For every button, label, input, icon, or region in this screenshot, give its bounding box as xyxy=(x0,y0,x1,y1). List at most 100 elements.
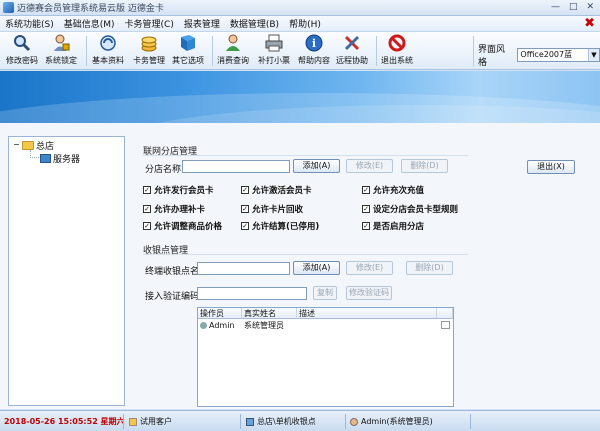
system-lock-button[interactable]: 系统锁定 xyxy=(45,33,77,69)
title-bar: 迈德赛会员管理系统易云版 迈德金卡 — □ ✕ xyxy=(0,0,600,16)
option-recharge[interactable]: ✓ 允许充次充值 xyxy=(362,184,424,196)
option-enable-branch[interactable]: ✓ 是否启用分店 xyxy=(362,220,424,232)
table-cell: Admin xyxy=(209,321,235,330)
branch-name-label: 分店名称: xyxy=(145,165,185,175)
menu-system[interactable]: 系统功能(S) xyxy=(5,17,54,30)
option-card-recycle[interactable]: ✓ 允许卡片回收 xyxy=(241,203,303,215)
option-label: 设定分店会员卡型规则 xyxy=(373,205,459,215)
toolbar-separator xyxy=(86,36,87,66)
button-label: 消费查询 xyxy=(217,56,249,65)
consumption-query-button[interactable]: 消费查询 xyxy=(217,33,249,69)
status-separator xyxy=(240,414,241,429)
checkbox[interactable]: ✓ xyxy=(241,222,249,230)
checkbox[interactable]: ✓ xyxy=(241,205,249,213)
basic-data-button[interactable]: 基本资料 xyxy=(92,33,124,69)
app-icon xyxy=(3,2,14,13)
option-adjust-price[interactable]: ✓ 允许调整商品价格 xyxy=(143,220,222,232)
toolbar-separator xyxy=(212,36,213,66)
row-checkbox[interactable] xyxy=(441,321,450,329)
tree-node-root[interactable]: 总店 xyxy=(22,139,54,152)
other-options-button[interactable]: 其它选项 xyxy=(172,33,204,69)
button-label: 远程协助 xyxy=(336,56,368,65)
menu-card-management[interactable]: 卡务管理(C) xyxy=(125,17,174,30)
option-issue-card[interactable]: ✓ 允许发行会员卡 xyxy=(143,184,214,196)
button-label: 补打小票 xyxy=(258,56,290,65)
style-value: Office2007蓝 xyxy=(520,50,573,59)
button-label: 基本资料 xyxy=(92,56,124,65)
minimize-button[interactable]: — xyxy=(551,2,560,12)
checkbox[interactable]: ✓ xyxy=(362,186,370,194)
option-card-type-rules[interactable]: ✓ 设定分店会员卡型规则 xyxy=(362,203,458,215)
tree-expander[interactable]: − xyxy=(13,140,20,149)
close-window-button[interactable]: ✕ xyxy=(586,2,594,12)
style-label: 界面风格 xyxy=(478,45,506,68)
server-icon xyxy=(40,154,51,163)
checkbox[interactable]: ✓ xyxy=(143,205,151,213)
branch-modify-button[interactable]: 修改(E) xyxy=(346,159,393,173)
cashier-delete-button[interactable]: 删除(D) xyxy=(406,261,453,275)
option-label: 允许充次充值 xyxy=(373,186,425,196)
remote-assist-button[interactable]: 远程协助 xyxy=(336,33,368,69)
option-label: 允许激活会员卡 xyxy=(252,186,312,196)
option-label: 是否启用分店 xyxy=(373,222,425,232)
status-datetime: 2018-05-26 15:05:52 星期六 xyxy=(4,417,125,426)
header-banner xyxy=(0,71,600,123)
book-icon xyxy=(178,33,198,53)
cashier-modify-button[interactable]: 修改(E) xyxy=(346,261,393,275)
option-replace-card[interactable]: ✓ 允许办理补卡 xyxy=(143,203,205,215)
help-content-button[interactable]: i 帮助内容 xyxy=(298,33,330,69)
magnifier-icon xyxy=(12,33,32,53)
option-activate-card[interactable]: ✓ 允许激活会员卡 xyxy=(241,184,312,196)
column-header[interactable]: 真实姓名 xyxy=(242,308,297,319)
card-management-button[interactable]: 卡务管理 xyxy=(133,33,165,69)
table-cell xyxy=(297,320,437,331)
option-settlement[interactable]: ✓ 允许结算(已停用) xyxy=(241,220,319,232)
person-icon xyxy=(223,33,243,53)
exit-system-button[interactable]: 退出系统 xyxy=(381,33,413,69)
folder-icon xyxy=(22,141,34,150)
exit-button[interactable]: 退出(X) xyxy=(527,160,575,174)
branch-name-input[interactable] xyxy=(182,160,290,173)
checkbox[interactable]: ✓ xyxy=(143,222,151,230)
menu-reports[interactable]: 报表管理 xyxy=(184,17,220,30)
copy-button[interactable]: 复制 xyxy=(313,286,337,300)
cashier-add-button[interactable]: 添加(A) xyxy=(293,261,340,275)
status-bar: 2018-05-26 15:05:52 星期六 试用客户 总店\单机收银点 Ad… xyxy=(0,410,600,431)
table-row[interactable]: Admin xyxy=(198,320,242,331)
change-password-button[interactable]: 修改密码 xyxy=(6,33,38,69)
menu-basic-info[interactable]: 基础信息(M) xyxy=(64,17,115,30)
branch-delete-button[interactable]: 删除(D) xyxy=(401,159,448,173)
modify-code-button[interactable]: 修改验证码 xyxy=(346,286,392,300)
verify-code-input[interactable] xyxy=(197,287,307,300)
style-select[interactable]: Office2007蓝 ▼ xyxy=(517,48,600,62)
branch-add-button[interactable]: 添加(A) xyxy=(293,159,340,173)
column-header[interactable]: 描述 xyxy=(297,308,437,319)
toolbar-separator xyxy=(473,36,474,66)
store-tree: − 总店 服务器 xyxy=(8,136,125,406)
tools-icon xyxy=(342,33,362,53)
checkbox[interactable]: ✓ xyxy=(241,186,249,194)
user-lock-icon xyxy=(51,33,71,53)
close-panel-icon[interactable]: ✖ xyxy=(584,16,595,32)
verify-code-label: 接入验证编码: xyxy=(145,292,203,302)
checkbox[interactable]: ✓ xyxy=(143,186,151,194)
terminal-input[interactable] xyxy=(197,262,290,275)
status-user: Admin(系统管理员) xyxy=(350,416,433,427)
reprint-receipt-button[interactable]: 补打小票 xyxy=(258,33,290,69)
tree-node-label: 服务器 xyxy=(53,155,81,165)
button-label: 卡务管理 xyxy=(133,56,165,65)
menu-help[interactable]: 帮助(H) xyxy=(289,17,321,30)
menu-data[interactable]: 数据管理(B) xyxy=(230,17,279,30)
status-text: 试用客户 xyxy=(140,417,172,426)
column-header[interactable] xyxy=(437,308,453,319)
maximize-button[interactable]: □ xyxy=(569,2,578,12)
operator-table: 操作员 真实姓名 描述 Admin 系统管理员 xyxy=(197,307,454,407)
button-label: 其它选项 xyxy=(172,56,204,65)
status-separator xyxy=(123,414,124,429)
tree-node-server[interactable]: 服务器 xyxy=(40,152,80,165)
column-header[interactable]: 操作员 xyxy=(198,308,242,319)
store-icon xyxy=(246,417,254,426)
checkbox[interactable]: ✓ xyxy=(362,205,370,213)
checkbox[interactable]: ✓ xyxy=(362,222,370,230)
chevron-down-icon[interactable]: ▼ xyxy=(588,49,599,61)
